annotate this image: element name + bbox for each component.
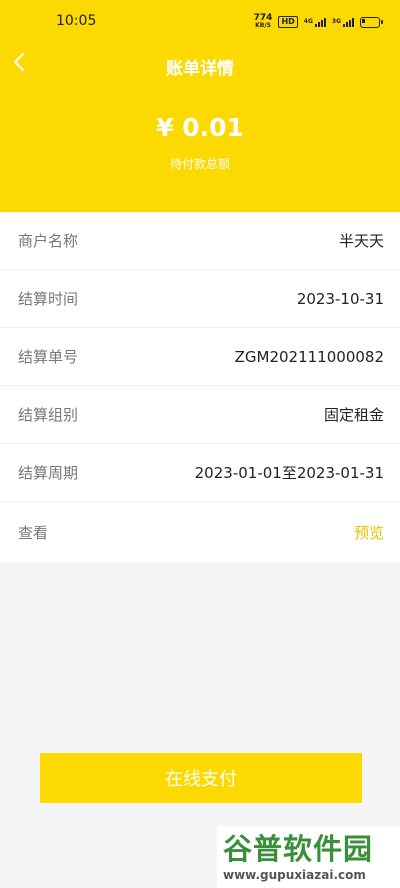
detail-label: 结算单号 [18,348,79,366]
detail-value: 固定租金 [323,406,384,424]
net-speed-unit: KB/S [255,22,271,29]
pay-online-button[interactable]: 在线支付 [40,753,362,803]
signal-3g-label: 3G [331,17,341,25]
detail-row-settlement-group: 结算组别 固定租金 [0,386,400,444]
signal-3g-icon: 3G [331,17,354,27]
signal-4g-label: 4G [303,17,313,25]
watermark-logo: 谷普软件园 [223,832,374,866]
detail-value: ZGM202111000082 [234,347,384,366]
status-bar: 10:05 774 KB/S HD 4G 3G [0,0,400,44]
net-speed-indicator: 774 KB/S [254,14,273,30]
detail-row-settlement-period: 结算周期 2023-01-01至2023-01-31 [0,444,400,502]
bill-detail-list: 商户名称 半天天 结算时间 2023-10-31 结算单号 ZGM2021110… [0,212,400,562]
detail-label: 商户名称 [18,232,79,250]
detail-value: 2023-01-01至2023-01-31 [194,464,384,482]
total-amount-label: 待付款总额 [169,157,230,171]
net-speed-value: 774 [253,13,273,23]
detail-row-merchant: 商户名称 半天天 [0,212,400,270]
detail-label: 结算周期 [18,464,79,482]
detail-row-view[interactable]: 查看 预览 [0,502,400,562]
detail-value: 半天天 [338,232,384,250]
total-amount: ¥ 0.01 [156,113,244,142]
detail-value: 2023-10-31 [296,289,384,308]
watermark-url: www.gupuxiazai.com [223,868,366,882]
hd-icon: HD [278,16,298,28]
detail-row-settlement-number: 结算单号 ZGM202111000082 [0,328,400,386]
battery-icon [360,16,383,28]
preview-link[interactable]: 预览 [354,522,384,543]
status-icons: 774 KB/S HD 4G 3G [254,14,383,30]
detail-row-settlement-time: 结算时间 2023-10-31 [0,270,400,328]
header: 10:05 774 KB/S HD 4G 3G 账单详情 ¥ 0.01 待付款总… [0,0,400,212]
status-time: 10:05 [56,13,97,29]
page-title: 账单详情 [166,59,234,79]
signal-4g-icon: 4G [303,17,326,27]
detail-label: 结算时间 [18,290,79,308]
watermark: 谷普软件园 www.gupuxiazai.com [217,826,400,888]
detail-label: 结算组别 [18,406,79,424]
detail-label: 查看 [18,523,49,542]
